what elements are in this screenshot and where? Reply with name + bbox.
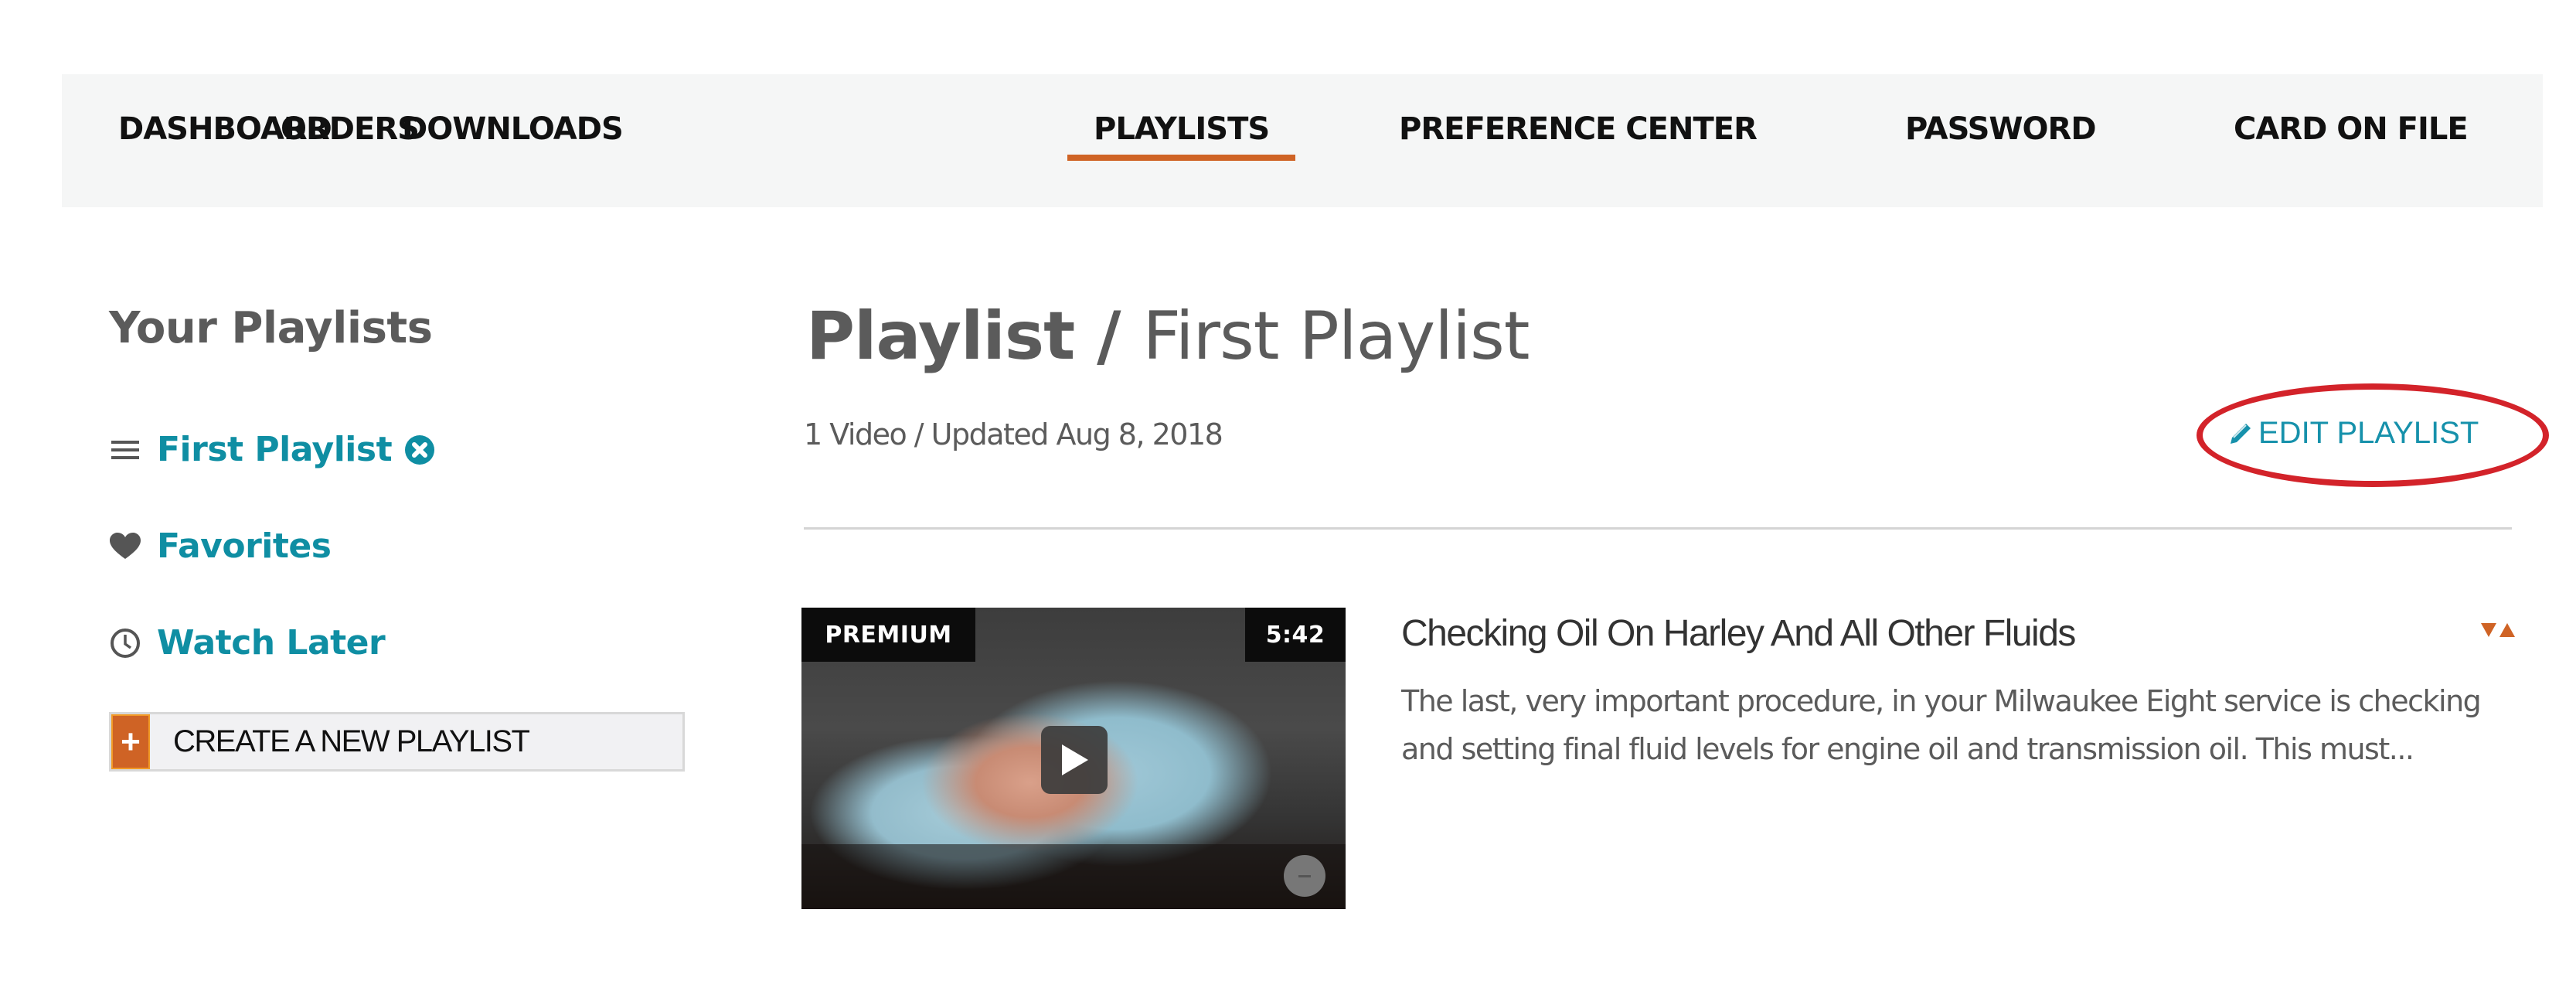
list-icon [109,434,141,466]
sidebar-item-first-playlist[interactable]: First Playlist [109,430,435,469]
minus-icon [1298,874,1311,877]
nav-tab-card-on-file[interactable]: CARD ON FILE [2234,111,2469,147]
sidebar-item-label: First Playlist [157,430,393,469]
page-title-separator: / [1074,298,1143,375]
nav-tab-label: PLAYLISTS [1094,111,1270,147]
heart-icon [109,530,141,563]
video-description: The last, very important procedure, in y… [1401,684,2482,766]
nav-tab-downloads[interactable]: DOWNLOADS [402,111,624,147]
remove-playlist-icon[interactable] [404,434,435,465]
nav-tab-label: ORDERS [281,111,420,147]
create-playlist-label: CREATE A NEW PLAYLIST [173,724,530,758]
video-thumbnail[interactable]: PREMIUM 5:42 [801,608,1346,909]
video-duration: 5:42 [1245,608,1346,662]
sidebar-title: Your Playlists [109,303,433,353]
nav-tab-label: CARD ON FILE [2234,111,2469,147]
account-nav-bar: DASHBOARD ORDERS DOWNLOADS PLAYLISTS PRE… [62,74,2543,207]
sidebar-item-label: Watch Later [157,623,386,663]
create-playlist-button[interactable]: + CREATE A NEW PLAYLIST [109,712,685,772]
nav-tab-label: DOWNLOADS [402,111,624,147]
nav-tab-orders[interactable]: ORDERS [281,111,420,147]
nav-tab-playlists[interactable]: PLAYLISTS [1067,111,1296,161]
reorder-icon[interactable] [2479,620,2516,640]
pencil-icon [2231,423,2251,444]
clock-icon [109,627,141,659]
edit-playlist-link[interactable]: EDIT PLAYLIST [2227,416,2479,451]
sidebar-item-favorites[interactable]: Favorites [109,526,332,566]
nav-tab-label: PASSWORD [1905,111,2097,147]
nav-tab-preference-center[interactable]: PREFERENCE CENTER [1399,111,1758,147]
page-title-prefix: Playlist [806,298,1075,375]
page-title: Playlist / First Playlist [806,298,1530,375]
nav-tab-password[interactable]: PASSWORD [1905,111,2097,147]
premium-badge: PREMIUM [801,608,975,662]
sidebar-item-watch-later[interactable]: Watch Later [109,623,386,663]
thumbnail-overlay-bar [801,844,1346,909]
page-title-playlist-name: First Playlist [1142,298,1530,375]
playlist-meta: 1 Video / Updated Aug 8, 2018 [804,417,1223,451]
edit-playlist-label: EDIT PLAYLIST [2258,416,2479,450]
header-divider [804,527,2512,530]
video-title[interactable]: Checking Oil On Harley And All Other Flu… [1401,612,2076,655]
play-icon[interactable] [1041,726,1108,794]
remove-video-button[interactable] [1284,855,1325,897]
plus-icon: + [111,714,150,769]
active-tab-underline [1067,155,1296,161]
sidebar-item-label: Favorites [157,526,332,566]
nav-tab-label: PREFERENCE CENTER [1399,111,1758,147]
